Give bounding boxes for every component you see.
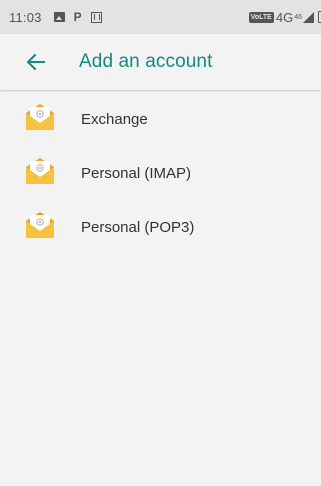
sim-card-icon: [90, 11, 102, 23]
network-type-label: 4G: [275, 9, 294, 25]
account-option-imap[interactable]: Personal (IMAP): [0, 146, 321, 200]
volte-badge: VoLTE: [248, 11, 274, 23]
back-arrow-icon: [26, 53, 45, 71]
screen: 11:03 P VoLTE 4G 46 Add an account Excha…: [0, 0, 321, 486]
toolbar: Add an account: [0, 34, 321, 90]
account-option-label: Personal (IMAP): [81, 164, 192, 182]
status-right-group: VoLTE 4G 46: [248, 0, 321, 34]
account-option-label: Personal (POP3): [81, 218, 195, 236]
page-title: Add an account: [79, 51, 213, 72]
image-notification-icon: [53, 12, 65, 22]
envelope-icon: [26, 212, 54, 238]
envelope-icon: [26, 158, 54, 184]
signal-icon: [303, 11, 314, 23]
parking-notification-icon: P: [73, 10, 82, 24]
account-option-exchange[interactable]: Exchange: [0, 92, 321, 146]
account-option-pop3[interactable]: Personal (POP3): [0, 200, 321, 254]
account-option-label: Exchange: [81, 110, 148, 128]
envelope-icon: [26, 104, 54, 130]
status-bar: 11:03 P VoLTE 4G 46: [0, 0, 321, 34]
back-button[interactable]: [18, 44, 54, 80]
network-sup-label: 46: [294, 13, 302, 21]
account-type-list: Exchange Personal (IMAP) Personal (POP3): [0, 92, 321, 254]
status-time: 11:03: [9, 9, 42, 25]
